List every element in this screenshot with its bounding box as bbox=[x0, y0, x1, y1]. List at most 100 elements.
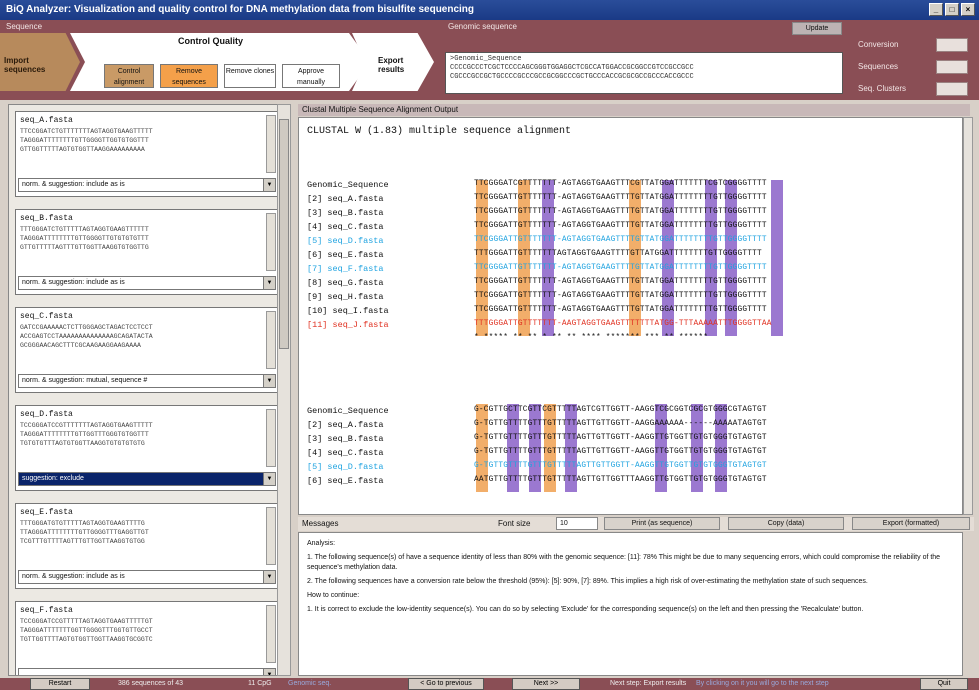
card-scrollbar[interactable] bbox=[266, 507, 276, 565]
alignment-row-sequence: TTCGGGATTGTTTTTTT-AGTAGGTGAAGTTTTGTTATGG… bbox=[474, 264, 767, 272]
control-alignment-button[interactable]: Control alignment bbox=[104, 64, 154, 88]
sequence-preview: TTCCGGATCTGTTTTTTTAGTAGGTGAAGTTTTT TAGGG… bbox=[20, 127, 264, 154]
sequence-line: GCGGGAACAGCTTTCGCAAGAAGGAAGAAAA bbox=[20, 342, 141, 349]
sequence-line: TTTGGGATGTGTTTTTAGTAGGTGAAGTTTTG bbox=[20, 520, 145, 527]
sequence-file-name: seq_F.fasta bbox=[20, 606, 73, 615]
sequence-line: GTTGTTTTTAGTTTGTTGGTTAAGGTGTGGTTG bbox=[20, 244, 149, 251]
sequence-list-scrollbar[interactable] bbox=[277, 104, 291, 676]
scrollbar-thumb[interactable] bbox=[279, 119, 289, 349]
next-step-link[interactable]: By clicking on it you will go to the nex… bbox=[696, 678, 829, 690]
alignment-row-sequence: TTCGGGATCGTTTTTTT-AGTAGGTGAAGTTTCGTTATGG… bbox=[474, 180, 767, 188]
alignment-row-name: [11] seq_J.fasta bbox=[307, 320, 389, 330]
sequence-preview: TTTGGGATCTGTTTTTAGTAGGTGAAGTTTTTT TAGGGA… bbox=[20, 225, 264, 252]
sequence-line: TTAGGGATTTTTTTTGTTGGGGTTTGAGGTTGT bbox=[20, 529, 149, 536]
message-analysis: Analysis: bbox=[307, 540, 336, 547]
genomic-sequence-box[interactable]: >Genomic_Sequence CCCCGCCCTCGCTCCCCAGCGG… bbox=[445, 52, 843, 94]
cpg-highlight bbox=[771, 180, 783, 336]
previous-button[interactable]: < Go to previous bbox=[408, 678, 484, 690]
sequence-line: TCCGGGATCCGTTTTTTTAGTAGGTGAAGTTTTT bbox=[20, 422, 153, 429]
card-scrollbar[interactable] bbox=[266, 311, 276, 369]
card-scrollbar[interactable] bbox=[266, 115, 276, 173]
card-scrollbar[interactable] bbox=[266, 605, 276, 663]
window-controls: _ □ × bbox=[929, 3, 975, 16]
restart-button[interactable]: Restart bbox=[30, 678, 90, 690]
export-results-label: Export results bbox=[378, 56, 405, 74]
chevron-down-icon[interactable]: ▼ bbox=[263, 179, 275, 191]
close-button[interactable]: × bbox=[961, 3, 975, 16]
message-how: How to continue: bbox=[307, 592, 360, 599]
sequence-card: seq_E.fasta TTTGGGATGTGTTTTTAGTAGGTGAAGT… bbox=[15, 503, 279, 589]
chevron-down-icon[interactable]: ▼ bbox=[263, 571, 275, 583]
export-formatted-button[interactable]: Export (formatted) bbox=[852, 517, 970, 530]
suggestion-select[interactable]: norm. & suggestion: include as is ▼ bbox=[18, 570, 276, 584]
suggestion-value: norm. & suggestion: mutual, sequence # bbox=[22, 377, 148, 384]
sequence-list-panel: seq_A.fasta TTCCGGATCTGTTTTTTTAGTAGGTGAA… bbox=[8, 104, 288, 676]
sequences-field[interactable] bbox=[936, 60, 968, 74]
message-3: 1. It is correct to exclude the low-iden… bbox=[307, 606, 864, 613]
messages-label: Messages bbox=[302, 519, 339, 528]
alignment-row-sequence: TTCGGGATTGTTTTTTT-AGTAGGTGAAGTTTTGTTATGG… bbox=[474, 306, 767, 314]
genomic-seq-link[interactable]: Genomic seq. bbox=[288, 678, 331, 690]
consensus-line: * ***** ** ** * ** ** **** ******* *** *… bbox=[474, 334, 709, 342]
suggestion-select[interactable]: norm. & suggestion: include as is ▼ bbox=[18, 276, 276, 290]
control-quality-label: Control Quality bbox=[178, 36, 243, 46]
status-cpg: 11 CpG bbox=[248, 680, 272, 687]
conversion-label: Conversion bbox=[858, 40, 899, 49]
maximize-button[interactable]: □ bbox=[945, 3, 959, 16]
chevron-down-icon[interactable]: ▼ bbox=[263, 669, 275, 675]
remove-clones-button[interactable]: Remove clones bbox=[224, 64, 276, 88]
sequence-line: GATCCGAAAAACTCTTGGGAGCTAGACTCCTCCT bbox=[20, 324, 153, 331]
chevron-down-icon[interactable]: ▼ bbox=[263, 277, 275, 289]
sequence-file-name: seq_E.fasta bbox=[20, 508, 73, 517]
card-scrollbar[interactable] bbox=[266, 409, 276, 467]
quit-button[interactable]: Quit bbox=[920, 678, 968, 690]
minimize-button[interactable]: _ bbox=[929, 3, 943, 16]
alignment-row-name: [2] seq_A.fasta bbox=[307, 420, 384, 430]
sequence-card: seq_F.fasta TCCGGGATCCGTTTTTAGTAGGTGAAGT… bbox=[15, 601, 279, 675]
alignment-row-sequence: G-TGTTGTTTTGTTTGTTTTTAGTTGTTGGTT-AAGGTTG… bbox=[474, 434, 767, 442]
suggestion-value: norm. & suggestion: include as is bbox=[22, 181, 125, 188]
alignment-row-name: [10] seq_I.fasta bbox=[307, 306, 389, 316]
suggestion-select[interactable]: ▼ bbox=[18, 668, 276, 675]
alignment-title: CLUSTAL W (1.83) multiple sequence align… bbox=[307, 126, 572, 137]
font-size-select[interactable]: 10 bbox=[556, 517, 598, 530]
alignment-header: Clustal Multiple Sequence Alignment Outp… bbox=[298, 104, 970, 116]
alignment-panel: CLUSTAL W (1.83) multiple sequence align… bbox=[298, 117, 963, 515]
alignment-row-sequence: G-TGTTGTTTTGTTTGTTTTTAGTTGTTGGTT-AAGGTTG… bbox=[474, 462, 767, 470]
alignment-row-sequence: TTCGGGATTGTTTTTTT-AGTAGGTGAAGTTTTGTTATGG… bbox=[474, 292, 767, 300]
alignment-row-name: [6] seq_E.fasta bbox=[307, 476, 384, 486]
alignment-row-name: [3] seq_B.fasta bbox=[307, 208, 384, 218]
chevron-down-icon[interactable]: ▼ bbox=[263, 473, 275, 485]
messages-toolbar: Messages Font size 10 Print (as sequence… bbox=[298, 517, 974, 531]
alignment-scrollbar[interactable] bbox=[963, 117, 973, 515]
sequence-file-name: seq_D.fasta bbox=[20, 410, 73, 419]
suggestion-select[interactable]: norm. & suggestion: include as is ▼ bbox=[18, 178, 276, 192]
sequence-preview: TTTGGGATGTGTTTTTAGTAGGTGAAGTTTTG TTAGGGA… bbox=[20, 519, 264, 546]
print-button[interactable]: Print (as sequence) bbox=[604, 517, 720, 530]
alignment-row-sequence: G-TGTTGTTTTGTTTGTTTTTAGTTGTTGGTT-AAGGAAA… bbox=[474, 420, 767, 428]
sequence-label: Sequence bbox=[6, 22, 43, 31]
suggestion-select[interactable]: suggestion: exclude ▼ bbox=[18, 472, 276, 486]
next-button[interactable]: Next >> bbox=[512, 678, 580, 690]
sequence-line: ACCGAGTCCTAAAAAAAAAAAAAAGCAGATACTA bbox=[20, 333, 153, 340]
next-step-info: Next step: Export results bbox=[610, 680, 687, 687]
sequence-card: seq_D.fasta TCCGGGATCCGTTTTTTTAGTAGGTGAA… bbox=[15, 405, 279, 491]
update-button[interactable]: Update bbox=[792, 22, 842, 35]
remove-sequences-button[interactable]: Remove sequences bbox=[160, 64, 218, 88]
approve-manually-button[interactable]: Approve manually bbox=[282, 64, 340, 88]
suggestion-value: norm. & suggestion: include as is bbox=[22, 279, 125, 286]
copy-button[interactable]: Copy (data) bbox=[728, 517, 844, 530]
alignment-row-sequence: TTCGGGATTGTTTTTTT-AGTAGGTGAAGTTTTGTTATGG… bbox=[474, 222, 767, 230]
alignment-row-sequence: TTCGGGATTGTTTTTTT-AGTAGGTGAAGTTTTGTTATGG… bbox=[474, 208, 767, 216]
alignment-row-name: [7] seq_F.fasta bbox=[307, 264, 384, 274]
sequence-line: TAGGGATTTTTTTTGTTGGTTTGGGTGTGGTTT bbox=[20, 431, 149, 438]
seq-clusters-field[interactable] bbox=[936, 82, 968, 96]
sequence-line: TGTTGGTTTTAGTGTGGTTGGTTAAGGTGCGGTC bbox=[20, 636, 153, 643]
alignment-row-name: [5] seq_D.fasta bbox=[307, 462, 384, 472]
conversion-field[interactable] bbox=[936, 38, 968, 52]
alignment-row-name: [6] seq_E.fasta bbox=[307, 250, 384, 260]
sequence-card: seq_B.fasta TTTGGGATCTGTTTTTAGTAGGTGAAGT… bbox=[15, 209, 279, 295]
card-scrollbar[interactable] bbox=[266, 213, 276, 271]
chevron-down-icon[interactable]: ▼ bbox=[263, 375, 275, 387]
suggestion-select[interactable]: norm. & suggestion: mutual, sequence # ▼ bbox=[18, 374, 276, 388]
